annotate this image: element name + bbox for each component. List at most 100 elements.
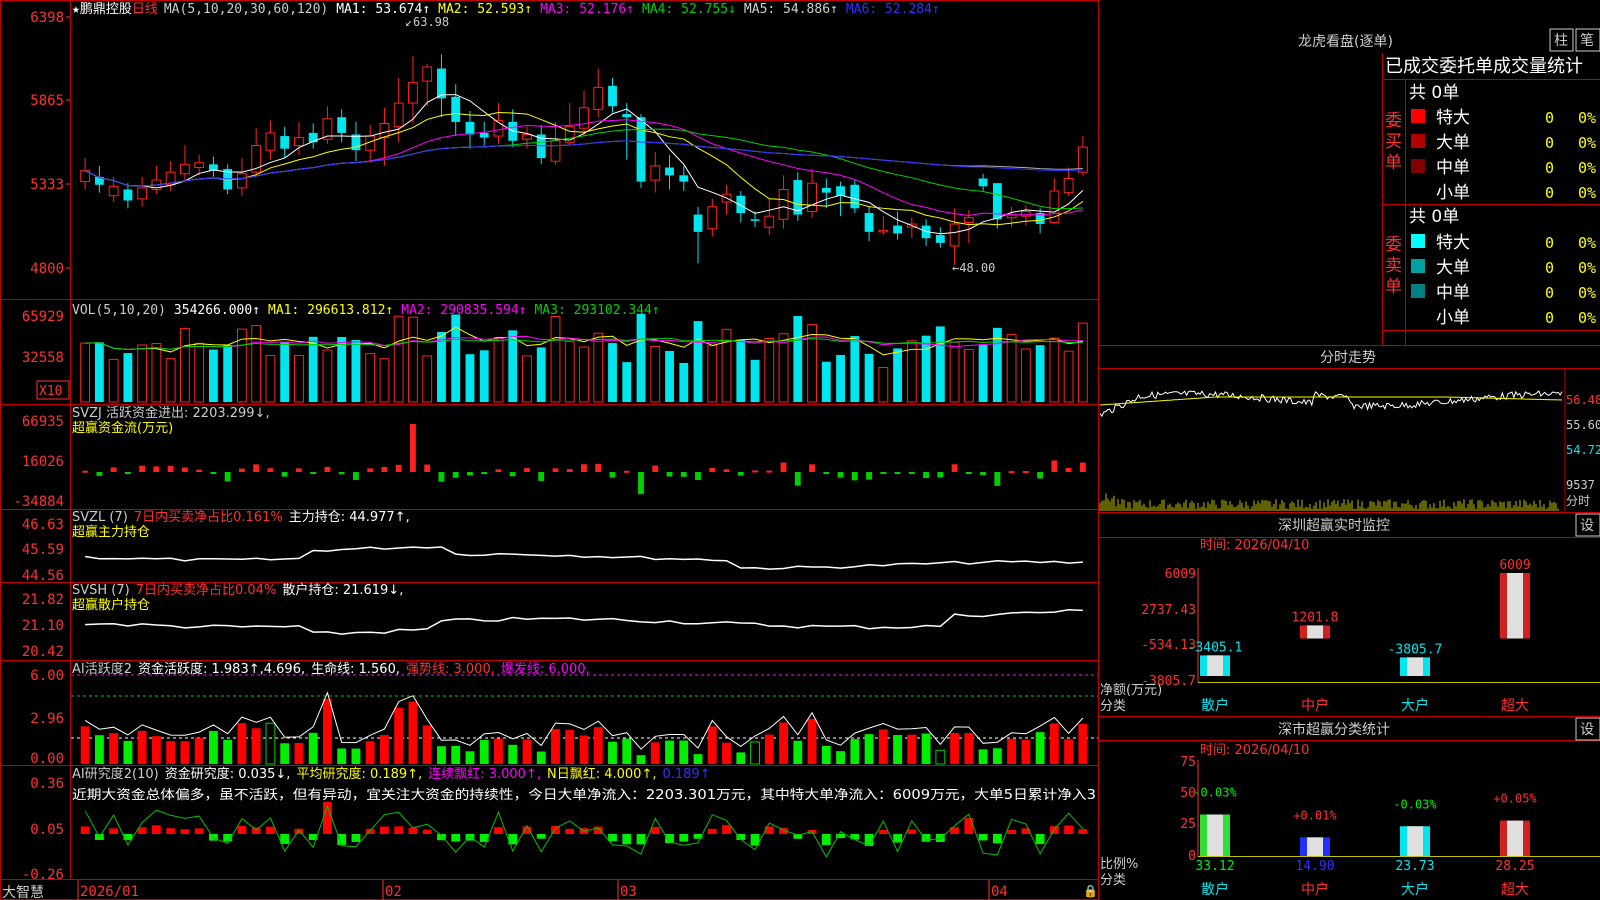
candle-body [579, 107, 589, 129]
candle-body [636, 117, 646, 182]
intraday-volume [1099, 493, 1559, 511]
candle-body [123, 189, 133, 201]
candle-body [878, 229, 889, 233]
svzj-subtitle: 超赢资金流(万元) [72, 420, 173, 436]
volume-bar [764, 338, 775, 403]
vol-params: VOL(5,10,20) [72, 303, 166, 318]
svzj-bar [737, 472, 744, 476]
ai1-bar [1064, 739, 1074, 764]
category-bar-highlight [1507, 573, 1523, 639]
volume-bar [679, 362, 689, 402]
candle-body [807, 182, 817, 212]
ai1-bar [479, 739, 489, 764]
svzj-bar [566, 469, 573, 472]
ai1-bar [764, 734, 774, 764]
buy-row-name: 中单 [1436, 158, 1470, 178]
candle-body [693, 214, 703, 232]
ai1-bar [394, 707, 404, 764]
vol-tick: 65929 [22, 309, 64, 325]
vol-ma2: MA2: 290835.594↑ [401, 303, 526, 318]
ai2-tick: -0.26 [22, 867, 64, 883]
high-annotation: ↙ [405, 15, 412, 29]
volume-bar [693, 321, 703, 402]
date-axis: 大智慧 2026/01 02 03 04 🔒 [2, 880, 1098, 900]
candle-body [194, 162, 205, 168]
svzj-bar [1065, 467, 1072, 472]
ai2-bar [151, 825, 161, 834]
volume-bar [179, 327, 190, 403]
svzj-bar [467, 472, 473, 476]
lhkp-tabs[interactable]: 已成交委托单成交量统计 [1385, 56, 1583, 77]
buy-row-swatch [1411, 109, 1425, 123]
bar-view-label: 柱 [1554, 33, 1568, 49]
category-bar-highlight [1307, 625, 1323, 639]
svsh-holding: 散户持仓: 21.619↓, [282, 582, 403, 598]
ai1-activity: 资金活跃度: 1.983↑,4.696, [138, 661, 305, 677]
bar-change-label: -0.03% [1393, 797, 1437, 811]
candle-body [465, 121, 475, 135]
volume-bar [608, 343, 617, 402]
intraday-tick: 55.60 [1566, 418, 1600, 432]
intraday-avg-line [1099, 396, 1563, 406]
bar-category-label: 超大 [1501, 698, 1529, 714]
candle-body [665, 167, 674, 176]
sell-row-pct: 0% [1578, 259, 1596, 277]
ai2-tick: 0.36 [30, 776, 64, 792]
ai1-bar [1035, 732, 1045, 764]
ai2-bar [1035, 834, 1045, 845]
svzj-bar [181, 467, 188, 472]
category-bar-highlight [1207, 814, 1223, 856]
stock-name: 鹏鼎控股 [80, 2, 132, 17]
buy-total: 共 0单 [1409, 83, 1459, 103]
classify-tick: 25 [1180, 817, 1196, 832]
sell-row-swatch [1411, 284, 1425, 298]
ai1-bar [878, 729, 888, 764]
candle-body [179, 163, 190, 175]
svzl-holding: 主力持仓: 44.977↑, [289, 510, 410, 525]
monitor-tick: 2737.43 [1141, 603, 1196, 618]
ai2-bar [337, 834, 347, 845]
ai2-bar [978, 834, 988, 841]
volume-bar [893, 348, 902, 402]
lock-icon[interactable]: 🔒 [1083, 884, 1098, 898]
svzj-bar [1022, 471, 1029, 474]
svzj-bar [851, 472, 858, 481]
svzj-tick: 66935 [22, 414, 64, 430]
lhkp-title: 龙虎看盘(逐单) [1298, 33, 1393, 50]
ai2-line [84, 804, 1084, 858]
sell-label: 委 [1385, 235, 1402, 255]
candle-body [850, 184, 860, 209]
volume-bar [878, 366, 889, 403]
ai2-note: 近期大资金总体偏多，虽不活跃，但有异动，宜关注大资金的持续性，今日大单净流入：2… [72, 787, 1096, 803]
ai1-bar [280, 743, 290, 764]
volume-bar [80, 342, 91, 403]
buy-label: 买 [1385, 132, 1402, 152]
ai1-tick: 0.00 [30, 751, 64, 767]
svzj-bar [538, 472, 545, 481]
date-label: 03 [620, 884, 637, 900]
svzj-bar [224, 472, 231, 482]
category-bar-highlight [1407, 657, 1423, 676]
monitor-ylabel: 净额(万元) [1100, 683, 1162, 698]
vol-value: 354266.000↑ [174, 303, 260, 318]
candle-body [935, 235, 945, 243]
main-chart-area[interactable]: 6398 5865 5333 4800 ↙ 63.98 ←48.00 ★鹏鼎控股… [0, 0, 1600, 900]
ai1-bar [850, 739, 860, 764]
candle-body [265, 132, 276, 151]
svzj-bar [324, 466, 331, 472]
sell-rows: 特大 0 0% 大单 0 0% 中单 0 0% 小单 0 0% [1410, 233, 1596, 328]
volume-bar [294, 355, 304, 403]
ai2-bar [764, 826, 774, 834]
star-icon: ★ [72, 2, 80, 17]
svzj-legend: SVZJ 活跃资金进出: 2203.299↓, [72, 405, 270, 421]
svzj-bar [908, 472, 915, 474]
svzj-bar [638, 472, 644, 495]
ai2-bar [565, 828, 575, 834]
vol-ma3: MA3: 293102.344↑ [534, 303, 659, 318]
ai1-bar [323, 698, 332, 764]
date-label: 04 [991, 884, 1008, 900]
svzj-bar [709, 467, 716, 472]
ai2-bar [650, 827, 660, 834]
ai1-bar [351, 748, 361, 764]
svzj-bar [894, 472, 901, 474]
